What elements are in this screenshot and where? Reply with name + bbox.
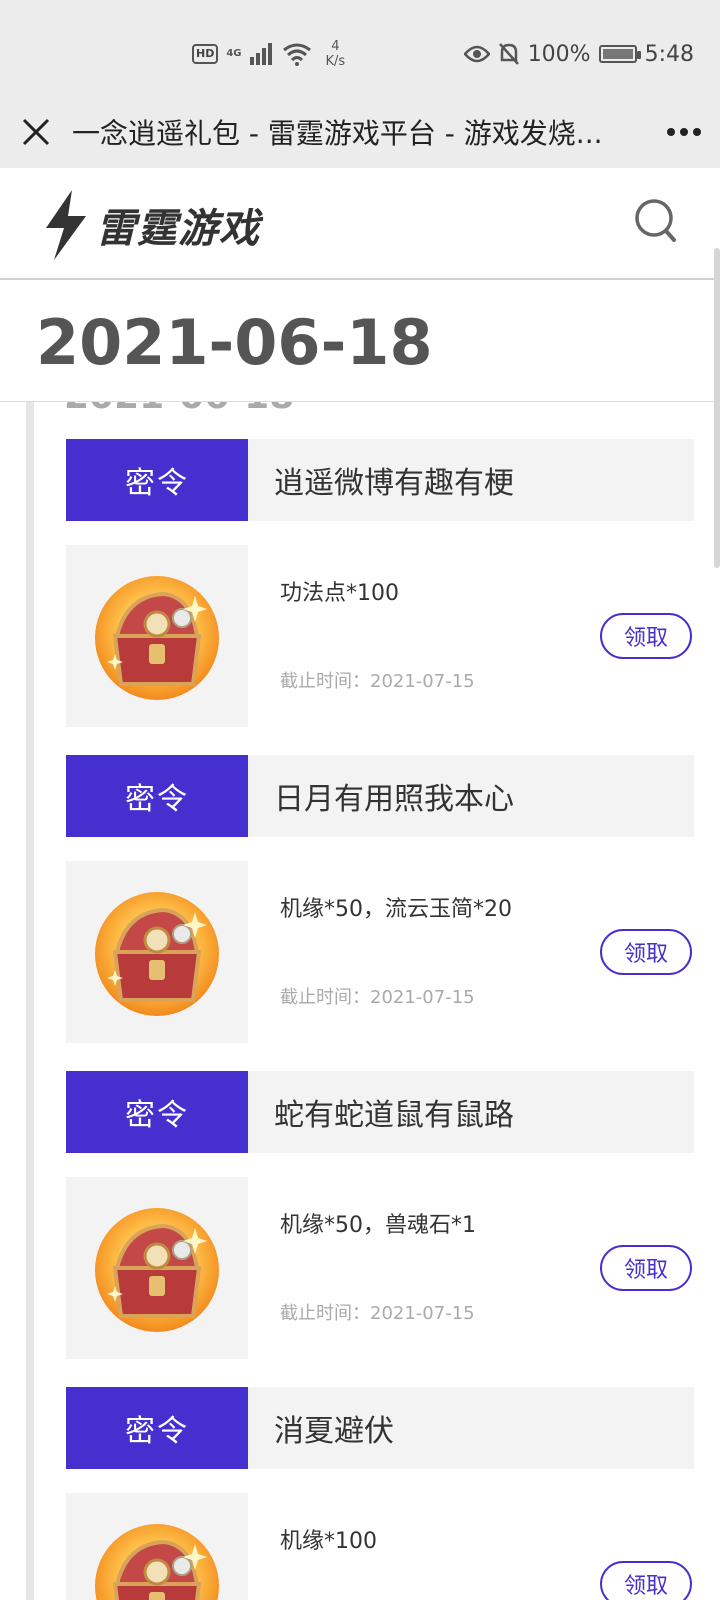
gift-body: 机缘*50，兽魂石*1 截止时间：2021-07-15 领取 — [66, 1177, 694, 1359]
gift-type-badge: 密令 — [66, 755, 248, 837]
gift-image — [66, 861, 248, 1043]
eye-icon — [463, 45, 490, 63]
page-title: 一念逍遥礼包 - 雷霆游戏平台 - 游戏发烧... — [72, 117, 603, 150]
title-bar: 一念逍遥礼包 - 雷霆游戏平台 - 游戏发烧... — [0, 96, 720, 168]
gift-image — [66, 545, 248, 727]
clock-time: 5:48 — [644, 41, 694, 67]
gift-body: 机缘*100 领取 — [66, 1493, 694, 1600]
gift-deadline: 截止时间：2021-07-15 — [280, 987, 475, 1008]
gift-name: 逍遥微博有趣有梗 — [274, 466, 514, 501]
scrollbar-thumb[interactable] — [714, 248, 720, 568]
gift-header: 密令 蛇有蛇道鼠有鼠路 — [66, 1071, 694, 1153]
gift-body: 功法点*100 截止时间：2021-07-15 领取 — [66, 545, 694, 727]
lightning-logo-icon — [46, 190, 86, 260]
mute-bell-icon — [498, 43, 519, 65]
more-dots-icon — [667, 128, 701, 136]
gift-type-badge: 密令 — [66, 1071, 248, 1153]
date-title: 2021-06-18 — [36, 306, 433, 379]
gift-name: 日月有用照我本心 — [274, 782, 514, 817]
site-logo[interactable]: 雷霆游戏 — [42, 190, 260, 260]
gift-card: 密令 日月有用照我本心 机缘*50，流云玉简*20 截止时间：2021-07-1… — [66, 755, 694, 1043]
speed-unit: K/s — [325, 54, 346, 69]
search-button[interactable] — [632, 196, 680, 246]
logo-text: 雷霆游戏 — [96, 206, 260, 252]
signal-icon — [249, 43, 272, 65]
gift-card: 密令 蛇有蛇道鼠有鼠路 机缘*50，兽魂石*1 截止时间：2021-07-15 … — [66, 1071, 694, 1359]
claim-button[interactable]: 领取 — [600, 929, 692, 975]
treasure-chest-icon — [95, 576, 219, 700]
gift-type-badge: 密令 — [66, 439, 248, 521]
gift-reward: 机缘*100 — [280, 1529, 377, 1554]
claim-button[interactable]: 领取 — [600, 1561, 692, 1600]
speed-value: 4 — [331, 39, 340, 54]
treasure-chest-icon — [95, 1208, 219, 1332]
gift-card: 密令 逍遥微博有趣有梗 功法点*100 截止时间：2021-07-15 领取 — [66, 439, 694, 727]
battery-fill — [602, 49, 633, 59]
gift-header: 密令 消夏避伏 — [66, 1387, 694, 1469]
claim-button[interactable]: 领取 — [600, 613, 692, 659]
gift-name: 消夏避伏 — [274, 1414, 394, 1449]
status-right-group: 100% 5:48 — [463, 36, 694, 72]
network-speed: 4 K/s — [326, 39, 346, 69]
battery-percent: 100% — [527, 41, 591, 67]
gift-reward: 功法点*100 — [280, 581, 399, 606]
wifi-icon — [282, 43, 311, 66]
network-type: 4G — [226, 48, 242, 59]
gift-body: 机缘*50，流云玉简*20 截止时间：2021-07-15 领取 — [66, 861, 694, 1043]
more-options-button[interactable] — [648, 96, 720, 168]
close-button[interactable] — [0, 96, 72, 168]
gift-type-badge: 密令 — [66, 1387, 248, 1469]
close-icon — [22, 118, 50, 146]
timeline-line — [26, 402, 34, 1600]
gift-header: 密令 逍遥微博有趣有梗 — [66, 439, 694, 521]
gift-reward: 机缘*50，兽魂石*1 — [280, 1213, 476, 1238]
gift-image — [66, 1177, 248, 1359]
gift-list[interactable]: 2021-06-18 密令 逍遥微博有趣有梗 功法点*100 截止时间：2021… — [0, 402, 720, 1600]
gift-header: 密令 日月有用照我本心 — [66, 755, 694, 837]
treasure-chest-icon — [95, 892, 219, 1016]
browser-chrome: HD 4G 4 K/s 100% 5:48 一念逍遥礼包 - 雷霆游戏平台 - … — [0, 0, 720, 168]
date-header: 2021-06-18 — [0, 282, 720, 402]
claim-button[interactable]: 领取 — [600, 1245, 692, 1291]
gift-reward: 机缘*50，流云玉简*20 — [280, 897, 512, 922]
gift-deadline: 截止时间：2021-07-15 — [280, 1303, 475, 1324]
gift-card: 密令 消夏避伏 机缘*100 领取 — [66, 1387, 694, 1600]
gift-name: 蛇有蛇道鼠有鼠路 — [274, 1098, 514, 1133]
treasure-chest-icon — [95, 1524, 219, 1600]
gift-deadline: 截止时间：2021-07-15 — [280, 671, 475, 692]
search-icon — [635, 199, 676, 242]
hd-badge: HD — [192, 44, 219, 64]
battery-icon — [598, 45, 641, 63]
status-network-group: HD 4G 4 K/s — [192, 34, 345, 74]
site-header: 雷霆游戏 — [0, 168, 720, 280]
timeline-date-peek: 2021-06-18 — [64, 402, 294, 417]
gift-image — [66, 1493, 248, 1600]
status-bar: HD 4G 4 K/s 100% 5:48 — [0, 0, 720, 100]
